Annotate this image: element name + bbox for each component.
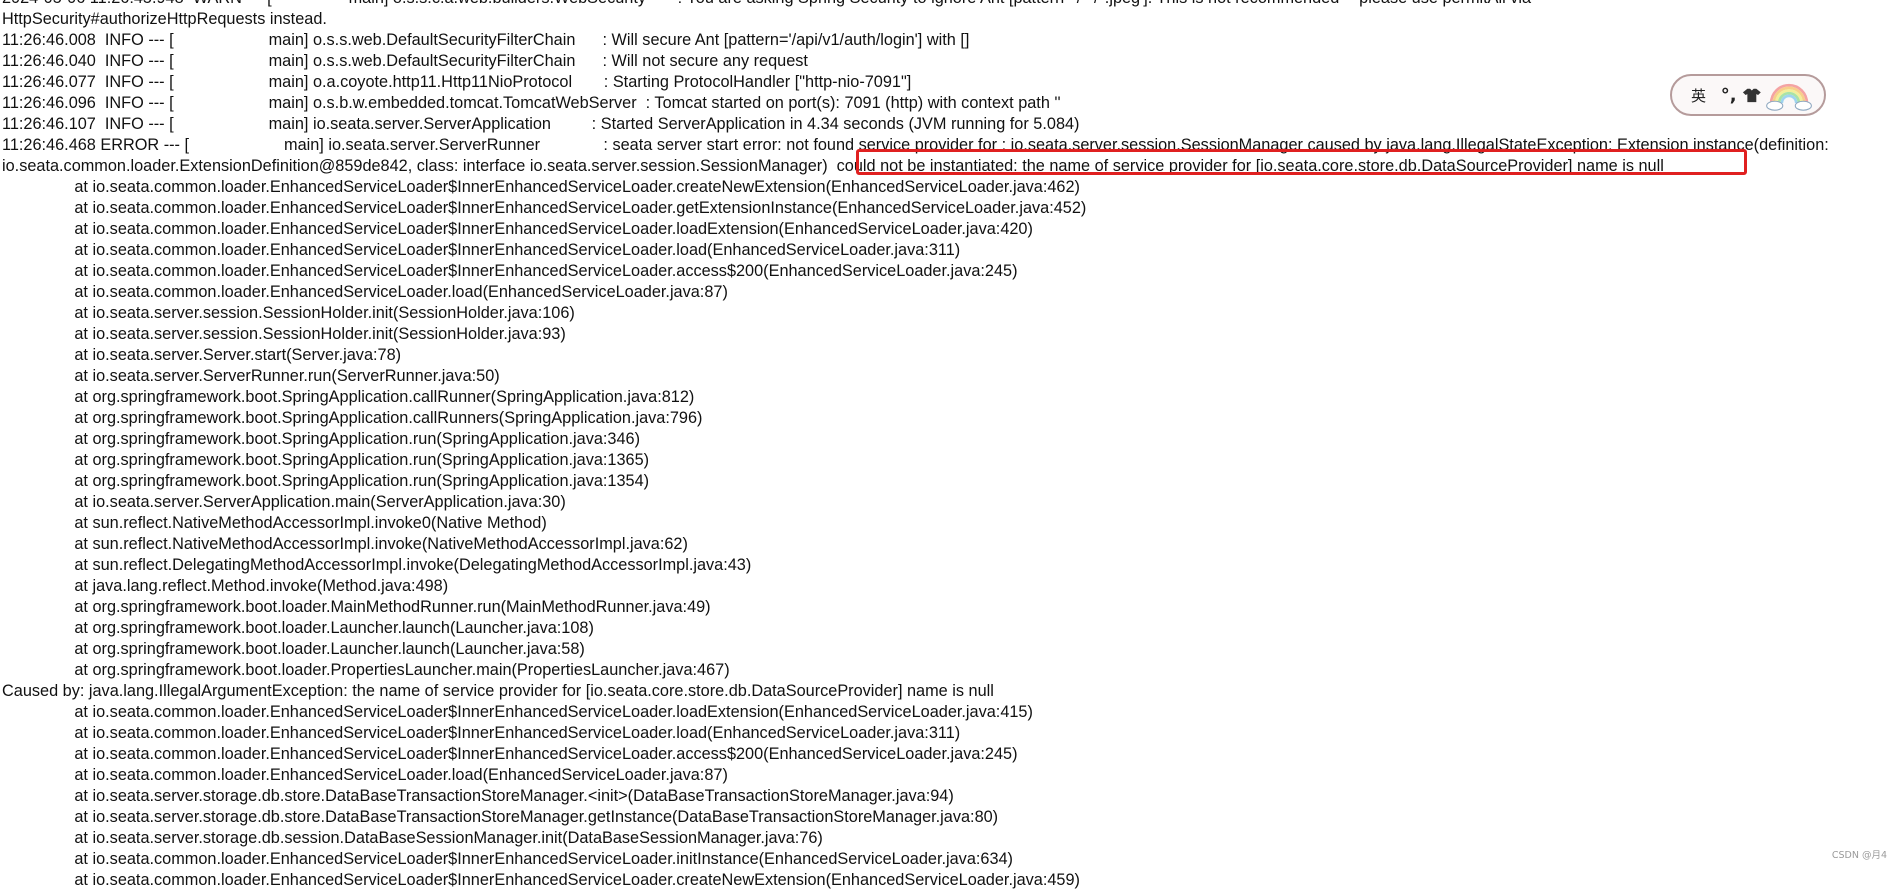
stack-frame: at io.seata.common.loader.EnhancedServic… <box>2 178 1080 196</box>
ime-punctuation-toggle[interactable]: °, <box>1717 85 1740 106</box>
stack-frame: at org.springframework.boot.SpringApplic… <box>2 388 695 406</box>
stack-frame: at sun.reflect.NativeMethodAccessorImpl.… <box>2 514 547 532</box>
stack-frame: at org.springframework.boot.SpringApplic… <box>2 409 703 427</box>
stack-frame: at io.seata.common.loader.EnhancedServic… <box>2 241 961 259</box>
log-line: 11:26:46.008 INFO --- [ main] o.s.s.web.… <box>2 31 970 49</box>
stack-frame: at io.seata.server.storage.db.store.Data… <box>2 808 999 826</box>
stack-frame: at io.seata.common.loader.EnhancedServic… <box>2 766 728 784</box>
stack-frame: at io.seata.common.loader.EnhancedServic… <box>2 220 1033 238</box>
stack-frame: at org.springframework.boot.SpringApplic… <box>2 472 650 490</box>
watermark: CSDN @月4 <box>1831 850 1887 861</box>
stack-frame: at io.seata.server.session.SessionHolder… <box>2 304 575 322</box>
stack-frame: at io.seata.common.loader.EnhancedServic… <box>2 724 961 742</box>
stack-frame: at io.seata.server.ServerApplication.mai… <box>2 493 566 511</box>
stack-frame: at io.seata.common.loader.EnhancedServic… <box>2 283 728 301</box>
stack-frame: at org.springframework.boot.loader.Launc… <box>2 619 594 637</box>
rainbow-cloud-icon[interactable] <box>1764 76 1814 114</box>
stack-frame: at io.seata.server.Server.start(Server.j… <box>2 346 402 364</box>
stack-frame: at io.seata.common.loader.EnhancedServic… <box>2 745 1018 763</box>
stack-frame: at io.seata.common.loader.EnhancedServic… <box>2 262 1018 280</box>
stack-frame: at org.springframework.boot.loader.MainM… <box>2 598 711 616</box>
caused-by-line: Caused by: java.lang.IllegalArgumentExce… <box>2 682 994 700</box>
stack-frame: at org.springframework.boot.SpringApplic… <box>2 451 650 469</box>
stack-frame: at io.seata.common.loader.EnhancedServic… <box>2 850 1013 868</box>
stack-frame: at io.seata.server.storage.db.session.Da… <box>2 829 823 847</box>
stack-frame: at org.springframework.boot.loader.Launc… <box>2 640 585 658</box>
log-line: 2024-05-06 11:26:45.948 WARN --- [ main]… <box>2 0 1895 9</box>
ime-language-toggle[interactable]: 英 <box>1686 85 1711 106</box>
stack-frame: at org.springframework.boot.loader.Prope… <box>2 661 730 679</box>
log-line: 11:26:46.107 INFO --- [ main] io.seata.s… <box>2 115 1080 133</box>
log-line-error-detail: io.seata.common.loader.ExtensionDefiniti… <box>2 157 1664 175</box>
log-line-error: 11:26:46.468 ERROR --- [ main] io.seata.… <box>2 136 1829 154</box>
stack-frame: at java.lang.reflect.Method.invoke(Metho… <box>2 577 449 595</box>
stack-frame: at sun.reflect.DelegatingMethodAccessorI… <box>2 556 752 574</box>
stack-frame: at io.seata.common.loader.EnhancedServic… <box>2 871 1080 889</box>
log-line: 11:26:46.077 INFO --- [ main] o.a.coyote… <box>2 73 912 91</box>
stack-frame: at io.seata.server.session.SessionHolder… <box>2 325 566 343</box>
stack-frame: at org.springframework.boot.SpringApplic… <box>2 430 641 448</box>
log-line: 11:26:46.040 INFO --- [ main] o.s.s.web.… <box>2 52 808 70</box>
console-output: 2024-05-06 11:26:45.948 WARN --- [ main]… <box>2 0 1895 891</box>
log-line: 11:26:46.096 INFO --- [ main] o.s.b.w.em… <box>2 94 1061 112</box>
stack-frame: at io.seata.common.loader.EnhancedServic… <box>2 199 1087 217</box>
shirt-icon[interactable] <box>1742 86 1762 104</box>
stack-frame: at io.seata.server.storage.db.store.Data… <box>2 787 954 805</box>
stack-frame: at io.seata.common.loader.EnhancedServic… <box>2 703 1033 721</box>
log-line: HttpSecurity#authorizeHttpRequests inste… <box>2 10 327 28</box>
ime-toolbar[interactable]: 英 °, <box>1670 74 1826 116</box>
stack-frame: at io.seata.server.ServerRunner.run(Serv… <box>2 367 500 385</box>
stack-frame: at sun.reflect.NativeMethodAccessorImpl.… <box>2 535 688 553</box>
